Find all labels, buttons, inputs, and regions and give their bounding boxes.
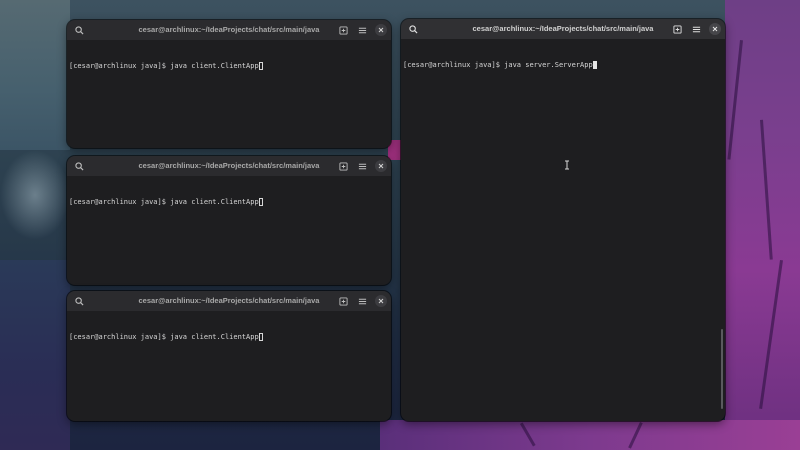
menu-button[interactable]: [354, 22, 370, 38]
search-button[interactable]: [405, 21, 421, 37]
shell-command: java client.ClientApp: [170, 333, 259, 341]
shell-prompt: [cesar@archlinux java]$: [69, 333, 171, 341]
hamburger-menu-icon: [358, 163, 366, 169]
text-cursor: [258, 333, 263, 341]
new-tab-button[interactable]: [335, 22, 351, 38]
new-tab-icon: [338, 25, 348, 35]
terminal-window-client-3[interactable]: cesar@archlinux:~/IdeaProjects/chat/src/…: [67, 291, 391, 421]
new-tab-button[interactable]: [335, 158, 351, 174]
search-icon: [74, 25, 84, 35]
close-icon: [378, 163, 384, 169]
terminal-window-client-2[interactable]: cesar@archlinux:~/IdeaProjects/chat/src/…: [67, 156, 391, 285]
new-tab-button[interactable]: [669, 21, 685, 37]
close-icon: [712, 26, 718, 32]
wallpaper-light-blur: [0, 150, 70, 240]
terminal-titlebar[interactable]: cesar@archlinux:~/IdeaProjects/chat/src/…: [67, 156, 391, 176]
terminal-output[interactable]: [cesar@archlinux java]$ java client.Clie…: [69, 312, 389, 419]
terminal-window-server[interactable]: cesar@archlinux:~/IdeaProjects/chat/src/…: [401, 19, 725, 421]
terminal-line: [cesar@archlinux java]$ java client.Clie…: [69, 332, 389, 342]
shell-command: java server.ServerApp: [504, 61, 593, 69]
terminal-line: [cesar@archlinux java]$ java client.Clie…: [69, 197, 389, 207]
wallpaper-hair-bottom: [380, 420, 800, 450]
terminal-titlebar[interactable]: cesar@archlinux:~/IdeaProjects/chat/src/…: [401, 19, 725, 39]
hamburger-menu-icon: [358, 27, 366, 33]
search-button[interactable]: [71, 158, 87, 174]
search-button[interactable]: [71, 293, 87, 309]
search-icon: [74, 161, 84, 171]
terminal-output[interactable]: [cesar@archlinux java]$ java client.Clie…: [69, 177, 389, 283]
wallpaper-dark-blur: [0, 260, 70, 450]
shell-prompt: [cesar@archlinux java]$: [69, 62, 171, 70]
hamburger-menu-icon: [358, 298, 366, 304]
menu-button[interactable]: [354, 158, 370, 174]
new-tab-icon: [338, 161, 348, 171]
terminal-output[interactable]: [cesar@archlinux java]$ java client.Clie…: [69, 41, 389, 146]
close-icon: [378, 27, 384, 33]
terminal-output[interactable]: [cesar@archlinux java]$ java server.Serv…: [403, 40, 723, 419]
terminal-window-client-1[interactable]: cesar@archlinux:~/IdeaProjects/chat/src/…: [67, 20, 391, 148]
terminal-line: [cesar@archlinux java]$ java client.Clie…: [69, 61, 389, 71]
shell-prompt: [cesar@archlinux java]$: [403, 61, 505, 69]
shell-prompt: [cesar@archlinux java]$: [69, 198, 171, 206]
hamburger-menu-icon: [692, 26, 700, 32]
scrollbar[interactable]: [721, 329, 723, 409]
menu-button[interactable]: [354, 293, 370, 309]
new-tab-icon: [338, 296, 348, 306]
new-tab-icon: [672, 24, 682, 34]
search-icon: [408, 24, 418, 34]
close-button[interactable]: [375, 24, 387, 36]
text-cursor: [258, 198, 263, 206]
search-button[interactable]: [71, 22, 87, 38]
new-tab-button[interactable]: [335, 293, 351, 309]
text-cursor: [592, 61, 597, 69]
terminal-titlebar[interactable]: cesar@archlinux:~/IdeaProjects/chat/src/…: [67, 20, 391, 40]
close-icon: [378, 298, 384, 304]
menu-button[interactable]: [688, 21, 704, 37]
wallpaper-window-blur: [0, 0, 70, 150]
close-button[interactable]: [375, 160, 387, 172]
text-cursor: [258, 62, 263, 70]
close-button[interactable]: [709, 23, 721, 35]
shell-command: java client.ClientApp: [170, 198, 259, 206]
terminal-titlebar[interactable]: cesar@archlinux:~/IdeaProjects/chat/src/…: [67, 291, 391, 311]
shell-command: java client.ClientApp: [170, 62, 259, 70]
text-ibeam-cursor-icon: [565, 160, 569, 170]
terminal-line: [cesar@archlinux java]$ java server.Serv…: [403, 60, 723, 70]
close-button[interactable]: [375, 295, 387, 307]
search-icon: [74, 296, 84, 306]
